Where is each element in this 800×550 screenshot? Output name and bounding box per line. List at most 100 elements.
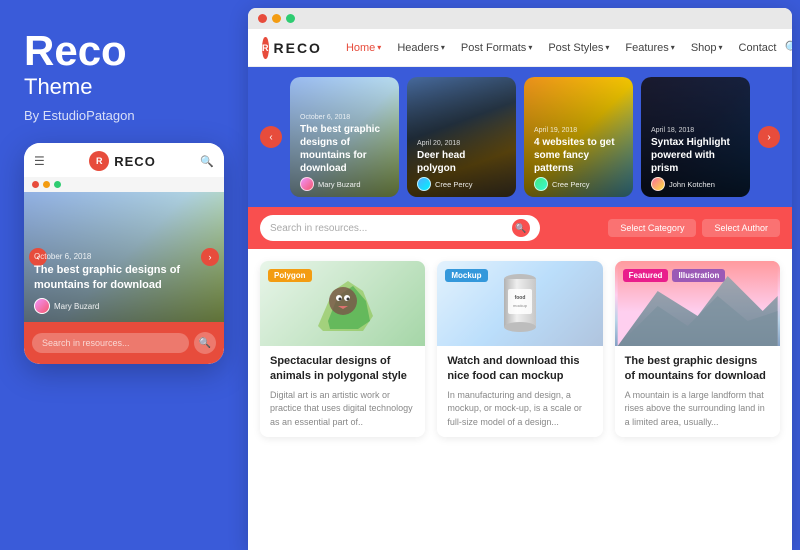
mobile-next-button[interactable]: › <box>201 248 219 266</box>
article-card-2[interactable]: Featured Illustration The best graphic d… <box>615 261 780 437</box>
svg-text:mockup: mockup <box>513 303 528 308</box>
hero-cards: October 6, 2018 The best graphic designs… <box>290 77 750 197</box>
brand-by: By EstudioPatagon <box>24 108 224 123</box>
nav-item-headers[interactable]: Headers ▾ <box>389 42 453 54</box>
mobile-search-bar: 🔍 <box>24 322 224 364</box>
nav-item-post-formats[interactable]: Post Formats ▾ <box>453 42 540 54</box>
svg-text:food: food <box>515 295 526 301</box>
hero-author-name-1: Cree Percy <box>435 180 473 189</box>
nav-item-home[interactable]: Home ▾ <box>338 42 389 54</box>
hero-card-author-1: Cree Percy <box>417 177 473 191</box>
hero-author-name-3: John Kotchen <box>669 180 715 189</box>
author-filter[interactable]: Select Author <box>702 219 780 237</box>
hero-card-date-1: April 20, 2018 <box>417 140 506 147</box>
article-card-1[interactable]: food mockup Mockup Watch and download th… <box>437 261 602 437</box>
hero-author-name-0: Mary Buzard <box>318 180 361 189</box>
nav-item-post-styles[interactable]: Post Styles ▾ <box>540 42 617 54</box>
article-excerpt-1: In manufacturing and design, a mockup, o… <box>447 389 592 430</box>
mobile-author-name: Mary Buzard <box>54 302 99 311</box>
browser-dot-maximize[interactable] <box>286 14 295 23</box>
article-excerpt-0: Digital art is an artistic work or pract… <box>270 389 415 430</box>
search-icon[interactable]: 🔍 <box>784 40 792 56</box>
hero-card-author-2: Cree Percy <box>534 177 590 191</box>
article-badge-1: Mockup <box>445 269 487 282</box>
article-thumb-1: food mockup Mockup <box>437 261 602 346</box>
mobile-hero-card: ‹ › October 6, 2018 The best graphic des… <box>24 192 224 322</box>
hero-card-content-3: April 18, 2018 Syntax Highlight powered … <box>651 127 740 175</box>
hero-card-3[interactable]: April 18, 2018 Syntax Highlight powered … <box>641 77 750 197</box>
filter-buttons: Select Category Select Author <box>608 219 780 237</box>
mobile-hero-author: Mary Buzard <box>34 298 99 314</box>
hero-card-content-0: October 6, 2018 The best graphic designs… <box>300 114 389 175</box>
search-button[interactable]: 🔍 <box>512 219 530 237</box>
article-title-0: Spectacular designs of animals in polygo… <box>270 354 415 385</box>
article-body-0: Spectacular designs of animals in polygo… <box>260 346 425 437</box>
right-panel: R RECO Home ▾ Headers ▾ Post Formats ▾ P… <box>248 8 792 550</box>
article-badge-illustration: Illustration <box>672 269 725 282</box>
hero-card-2[interactable]: April 19, 2018 4 websites to get some fa… <box>524 77 633 197</box>
article-thumb-0: Polygon <box>260 261 425 346</box>
article-badges-2: Featured Illustration <box>623 269 726 282</box>
nav-item-shop[interactable]: Shop ▾ <box>683 42 731 54</box>
hero-prev-button[interactable]: ‹ <box>260 126 282 148</box>
chevron-down-icon: ▾ <box>719 43 723 52</box>
article-body-2: The best graphic designs of mountains fo… <box>615 346 780 437</box>
category-filter[interactable]: Select Category <box>608 219 696 237</box>
brand-subtitle: Theme <box>24 74 224 100</box>
hero-card-date-2: April 19, 2018 <box>534 127 623 134</box>
hero-author-name-2: Cree Percy <box>552 180 590 189</box>
nav-item-contact[interactable]: Contact <box>731 42 785 54</box>
hero-card-title-2: 4 websites to get some fancy patterns <box>534 136 623 175</box>
hero-card-date-0: October 6, 2018 <box>300 114 389 121</box>
hero-card-1[interactable]: April 20, 2018 Deer head polygon Cree Pe… <box>407 77 516 197</box>
chevron-down-icon: ▾ <box>605 43 609 52</box>
desktop-nav: R RECO Home ▾ Headers ▾ Post Formats ▾ P… <box>248 29 792 67</box>
mobile-logo-circle: R <box>89 151 109 171</box>
browser-chrome <box>248 8 792 29</box>
article-excerpt-2: A mountain is a large landform that rise… <box>625 389 770 430</box>
content-section: Search in resources... 🔍 Select Category… <box>248 207 792 550</box>
mobile-dot-red <box>32 181 39 188</box>
chevron-down-icon: ▾ <box>441 43 445 52</box>
nav-logo-icon: R <box>262 37 269 59</box>
mobile-hamburger-icon[interactable]: ☰ <box>34 154 45 168</box>
mobile-search-button[interactable]: 🔍 <box>194 332 216 354</box>
browser-dot-close[interactable] <box>258 14 267 23</box>
hero-card-0[interactable]: October 6, 2018 The best graphic designs… <box>290 77 399 197</box>
mobile-avatar <box>34 298 50 314</box>
article-badge-0: Polygon <box>268 269 312 282</box>
nav-logo-text: RECO <box>274 40 322 56</box>
hero-card-title-1: Deer head polygon <box>417 149 506 175</box>
hero-card-content-1: April 20, 2018 Deer head polygon <box>417 140 506 175</box>
hero-avatar-0 <box>300 177 314 191</box>
mobile-header: ☰ R RECO 🔍 <box>24 143 224 177</box>
nav-item-features[interactable]: Features ▾ <box>617 42 682 54</box>
hero-avatar-1 <box>417 177 431 191</box>
browser-dot-minimize[interactable] <box>272 14 281 23</box>
mobile-dot-green <box>54 181 61 188</box>
hero-card-title-3: Syntax Highlight powered with prism <box>651 136 740 175</box>
nav-icons: 🔍 🛒 f t <box>784 40 792 56</box>
left-panel: Reco Theme By EstudioPatagon ☰ R RECO 🔍 … <box>0 0 248 550</box>
hero-avatar-3 <box>651 177 665 191</box>
article-body-1: Watch and download this nice food can mo… <box>437 346 602 437</box>
chevron-down-icon: ▾ <box>377 43 381 52</box>
search-input-placeholder: Search in resources... <box>270 223 507 234</box>
mobile-search-input[interactable] <box>32 333 189 353</box>
mobile-search-icon[interactable]: 🔍 <box>200 155 214 168</box>
article-title-2: The best graphic designs of mountains fo… <box>625 354 770 385</box>
article-card-0[interactable]: Polygon Spectacular designs of animals i… <box>260 261 425 437</box>
hero-next-button[interactable]: › <box>758 126 780 148</box>
hero-section: ‹ October 6, 2018 The best graphic desig… <box>248 67 792 207</box>
nav-items: Home ▾ Headers ▾ Post Formats ▾ Post Sty… <box>338 42 785 54</box>
article-badge-featured: Featured <box>623 269 669 282</box>
can-illustration: food mockup <box>500 271 540 336</box>
mobile-dot-yellow <box>43 181 50 188</box>
article-thumb-2: Featured Illustration <box>615 261 780 346</box>
mobile-hero-date: October 6, 2018 <box>34 252 194 261</box>
hero-card-content-2: April 19, 2018 4 websites to get some fa… <box>534 127 623 175</box>
dog-polygon-illustration <box>308 271 378 336</box>
article-title-1: Watch and download this nice food can mo… <box>447 354 592 385</box>
search-bar-section: Search in resources... 🔍 Select Category… <box>248 207 792 249</box>
chevron-down-icon: ▾ <box>671 43 675 52</box>
